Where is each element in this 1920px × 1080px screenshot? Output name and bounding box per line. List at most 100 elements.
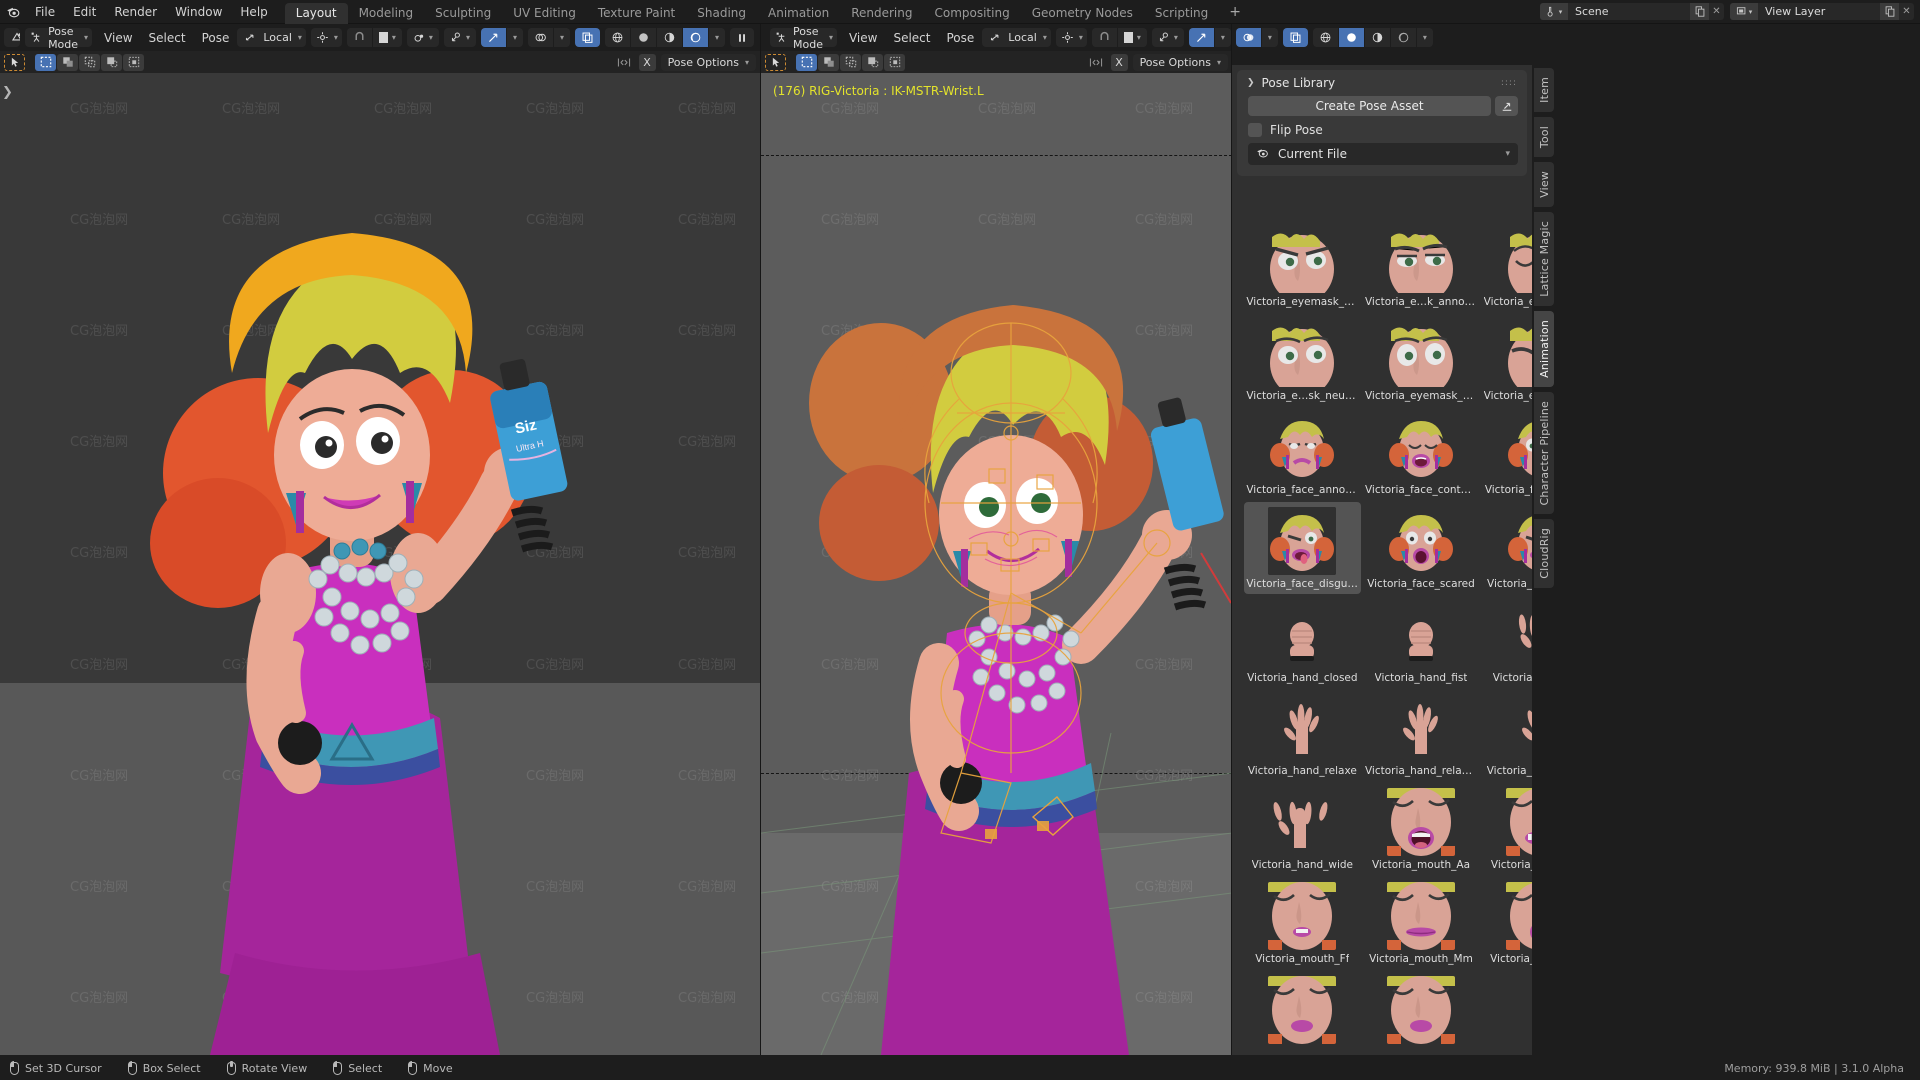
pose-asset-item[interactable]: Victoria_hand_fist <box>1363 596 1480 688</box>
asset-library-selector[interactable]: Current File ▾ <box>1248 143 1518 165</box>
editor-type-3dview-icon[interactable]: ▾ <box>4 28 20 47</box>
area-divider-vertical-2[interactable] <box>1231 24 1232 1055</box>
select-mode-intersect-right[interactable] <box>884 54 905 71</box>
shading-wireframe-right[interactable] <box>1313 28 1338 47</box>
gizmo-options-right[interactable]: ▾ <box>1215 28 1231 47</box>
select-mode-invert[interactable] <box>101 54 122 71</box>
tweak-tool-icon-right[interactable] <box>765 54 786 71</box>
vr-menus-view[interactable]: View <box>841 24 885 51</box>
shading-solid-right[interactable] <box>1339 28 1364 47</box>
gizmo-toggle-left[interactable] <box>481 28 506 47</box>
view-layer-name[interactable]: View Layer <box>1758 3 1880 20</box>
vr-menus-select[interactable]: Select <box>885 24 938 51</box>
workspace-tab-modeling[interactable]: Modeling <box>348 3 425 24</box>
mode-selector-right[interactable]: Pose Mode ▾ <box>770 28 837 47</box>
unlink-scene-icon[interactable]: ✕ <box>1709 3 1724 20</box>
visibility-toggle-right[interactable]: ▾ <box>1152 28 1184 47</box>
new-view-layer-icon[interactable] <box>1880 3 1899 20</box>
chevron-down-icon[interactable]: ❯ <box>1247 78 1255 88</box>
transform-orientation-right[interactable]: Local ▾ <box>982 28 1051 47</box>
proportional-edit-toggle-left[interactable]: ▾ <box>407 28 439 47</box>
workspace-tab-texture-paint[interactable]: Texture Paint <box>587 3 686 24</box>
shading-wireframe-left[interactable] <box>605 28 630 47</box>
pose-library-header[interactable]: ❯ Pose Library :::: <box>1237 70 1527 96</box>
pose-asset-item[interactable]: Victoria_mouth_Mm <box>1363 877 1480 969</box>
create-pose-asset-button[interactable]: Create Pose Asset <box>1248 96 1491 116</box>
pose-asset-item[interactable]: Victoria_mouth_Oo <box>1481 877 1532 969</box>
app-menu-render[interactable]: Render <box>105 0 166 24</box>
snap-magnet-toggle-right[interactable] <box>1092 28 1117 47</box>
pose-asset-item[interactable] <box>1244 971 1361 1051</box>
mirror-axis-x[interactable]: X <box>639 54 656 71</box>
pose-asset-item[interactable]: Victoria_hand_relax... <box>1363 689 1480 781</box>
shading-material-right[interactable] <box>1365 28 1390 47</box>
pose-asset-item[interactable]: Victoria_e…sk_neutral <box>1244 314 1361 406</box>
pose-options-right[interactable]: Pose Options▾ <box>1133 54 1228 71</box>
pose-asset-item[interactable]: Victoria_hand_flat <box>1481 596 1532 688</box>
shading-rendered-left[interactable] <box>683 28 708 47</box>
select-mode-intersect[interactable] <box>123 54 144 71</box>
chevron-down-icon-library[interactable]: ▾ <box>1505 149 1510 159</box>
snap-target-right[interactable]: ▾ <box>1118 28 1147 47</box>
pose-asset-item[interactable]: Victoria_face_squint <box>1481 502 1532 594</box>
shading-material-left[interactable] <box>657 28 682 47</box>
pose-asset-item[interactable]: Victoria_hand_relaxe <box>1244 689 1361 781</box>
x-mirror-icon[interactable] <box>614 55 634 69</box>
app-menu-edit[interactable]: Edit <box>64 0 105 24</box>
view-layer-selector[interactable]: ▾ View Layer ✕ <box>1730 3 1914 20</box>
xray-toggle-left[interactable] <box>575 28 600 47</box>
pose-asset-item[interactable]: Victoria_face_annoy... <box>1244 408 1361 500</box>
flip-pose-row[interactable]: Flip Pose <box>1237 116 1527 143</box>
vl-menus-view[interactable]: View <box>96 24 140 51</box>
app-menu-file[interactable]: File <box>26 0 64 24</box>
pose-asset-item[interactable]: Victoria_eyemask_s... <box>1363 314 1480 406</box>
pose-asset-item[interactable]: Victoria_eyemask_a... <box>1244 220 1361 312</box>
pose-asset-item[interactable]: Victoria_mouth_Ff <box>1244 877 1361 969</box>
workspace-tab-uv-editing[interactable]: UV Editing <box>502 3 587 24</box>
workspace-tab-compositing[interactable]: Compositing <box>923 3 1020 24</box>
vr-menus-pose[interactable]: Pose <box>939 24 983 51</box>
select-mode-set-right[interactable] <box>796 54 817 71</box>
app-menu-window[interactable]: Window <box>166 0 231 24</box>
snap-target-left[interactable]: ▾ <box>373 28 402 47</box>
vl-menus-pose[interactable]: Pose <box>194 24 238 51</box>
overlays-toggle-left[interactable] <box>528 28 553 47</box>
pose-asset-item[interactable]: Victoria_face_scared <box>1363 502 1480 594</box>
pose-asset-item[interactable]: Victoria_e…k_annoyed <box>1363 220 1480 312</box>
viewport-right-3d[interactable]: (176) RIG-Victoria : IK-MSTR-Wrist.L CG泡… <box>761 73 1232 1055</box>
pose-asset-item[interactable]: Victoria_mouth_Ee <box>1481 783 1532 875</box>
copy-asset-icon[interactable] <box>1495 96 1518 116</box>
pose-asset-item[interactable]: Victoria_hand_wide <box>1244 783 1361 875</box>
pose-asset-grid[interactable]: Victoria_eyemask_a...Victoria_e…k_annoye… <box>1238 213 1532 1051</box>
pose-asset-item[interactable]: Victoria_mouth_Aa <box>1363 783 1480 875</box>
blender-logo-icon[interactable] <box>0 0 26 24</box>
add-workspace-icon[interactable]: + <box>1219 0 1251 24</box>
gizmo-options-left[interactable]: ▾ <box>507 28 523 47</box>
scene-selector[interactable]: ▾ Scene ✕ <box>1540 3 1724 20</box>
select-mode-subtract-right[interactable] <box>840 54 861 71</box>
pause-render-left[interactable] <box>730 28 754 47</box>
pose-asset-item[interactable]: Victoria_eyemask_s... <box>1481 314 1532 406</box>
xray-toggle-right[interactable] <box>1283 28 1308 47</box>
select-mode-extend-right[interactable] <box>818 54 839 71</box>
new-scene-icon[interactable] <box>1690 3 1709 20</box>
pivot-point-left[interactable]: ▾ <box>311 28 342 47</box>
workspace-tab-layout[interactable]: Layout <box>285 3 348 24</box>
sidebar-tab-item[interactable]: Item <box>1534 68 1554 112</box>
pose-asset-item[interactable]: Victoria_face_default <box>1481 408 1532 500</box>
tweak-tool-icon[interactable] <box>4 54 25 71</box>
flip-pose-checkbox[interactable] <box>1248 123 1262 137</box>
transform-orientation-left[interactable]: Local ▾ <box>237 28 306 47</box>
pose-asset-item[interactable]: Victoria_e…yesclosed <box>1481 220 1532 312</box>
select-mode-invert-right[interactable] <box>862 54 883 71</box>
select-mode-subtract[interactable] <box>79 54 100 71</box>
vl-menus-select[interactable]: Select <box>141 24 194 51</box>
x-mirror-icon-right[interactable] <box>1086 55 1106 69</box>
gizmo-toggle-right[interactable] <box>1189 28 1214 47</box>
workspace-tab-shading[interactable]: Shading <box>686 3 757 24</box>
overlays-toggle-right[interactable] <box>1236 28 1261 47</box>
snap-magnet-toggle-left[interactable] <box>347 28 372 47</box>
workspace-tab-scripting[interactable]: Scripting <box>1144 3 1219 24</box>
overlays-options-right[interactable]: ▾ <box>1262 28 1278 47</box>
pose-asset-item[interactable] <box>1363 971 1480 1051</box>
